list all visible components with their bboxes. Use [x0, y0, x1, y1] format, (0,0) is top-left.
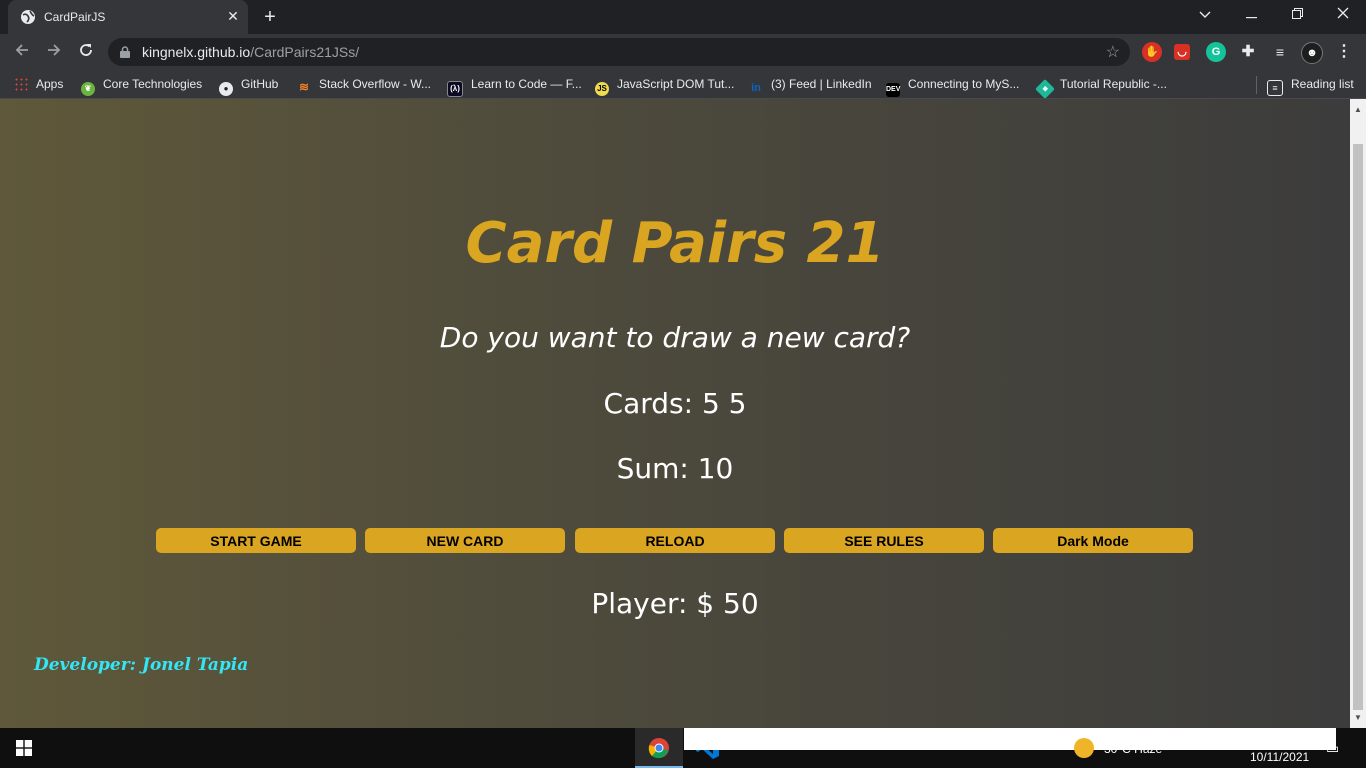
- taskbar-overlay-bar: [684, 728, 1336, 750]
- tab-strip: CardPairJS ✕ +: [0, 0, 1366, 34]
- linkedin-icon: in: [751, 82, 761, 94]
- lock-icon: [120, 46, 130, 58]
- reading-list-label: Reading list: [1291, 77, 1354, 91]
- tutorialrepublic-icon: ■: [1035, 79, 1055, 99]
- tab-search-icon[interactable]: [1182, 0, 1228, 30]
- apps-grid-icon: [14, 77, 28, 91]
- url-host: kingnelx.github.io: [142, 44, 251, 60]
- bookmark-label: (3) Feed | LinkedIn: [771, 77, 872, 91]
- tab-title: CardPairJS: [44, 10, 106, 24]
- player-balance: Player: $ 50: [591, 587, 759, 620]
- scroll-down-arrow-icon[interactable]: ▼: [1354, 713, 1362, 722]
- developer-credit: Developer: Jonel Tapia: [34, 655, 249, 675]
- bookmark-freecodecamp[interactable]: (λ) Learn to Code — F...: [447, 75, 582, 97]
- scroll-up-arrow-icon[interactable]: ▲: [1354, 105, 1362, 114]
- chrome-icon: [648, 738, 669, 759]
- forward-arrow-icon[interactable]: [42, 40, 66, 64]
- game-title: Card Pairs 21: [465, 211, 885, 276]
- pocket-extension-icon[interactable]: ◡: [1174, 44, 1190, 60]
- address-bar[interactable]: kingnelx.github.io/CardPairs21JSs/ ☆: [108, 38, 1130, 66]
- bookmark-label: GitHub: [241, 77, 279, 91]
- weather-text[interactable]: 30°C Haze: [1104, 742, 1162, 756]
- github-icon: ●: [219, 82, 233, 96]
- close-tab-icon[interactable]: ✕: [224, 7, 242, 25]
- bookmark-label: Tutorial Republic -...: [1060, 77, 1167, 91]
- bookmarks-separator: [1256, 76, 1257, 94]
- close-window-button[interactable]: [1320, 0, 1366, 30]
- spring-icon: ❦: [81, 82, 95, 96]
- reload-icon[interactable]: [74, 40, 98, 64]
- taskbar-date[interactable]: 10/11/2021: [1250, 750, 1309, 764]
- bookmark-dev[interactable]: DEV Connecting to MyS...: [886, 75, 1020, 97]
- windows-start-icon[interactable]: [16, 740, 32, 756]
- scroll-thumb[interactable]: [1353, 144, 1363, 710]
- adblock-extension-icon[interactable]: ✋: [1142, 42, 1162, 62]
- restore-button[interactable]: [1274, 0, 1320, 30]
- reading-list-icon: ≡: [1267, 80, 1283, 96]
- url-text: kingnelx.github.io/CardPairs21JSs/: [142, 44, 359, 60]
- menu-dots-icon[interactable]: ⋮: [1334, 42, 1354, 62]
- minimize-button[interactable]: [1228, 0, 1274, 30]
- browser-toolbar: kingnelx.github.io/CardPairs21JSs/ ☆ ✋ ◡…: [0, 34, 1366, 70]
- game-message: Do you want to draw a new card?: [439, 321, 911, 354]
- notification-icon[interactable]: ▭: [1326, 740, 1339, 757]
- freecodecamp-icon: (λ): [447, 81, 463, 97]
- js-icon: JS: [595, 82, 609, 96]
- bookmark-core-technologies[interactable]: ❦ Core Technologies: [81, 75, 203, 96]
- url-path: /CardPairs21JSs/: [250, 44, 360, 60]
- bookmarks-bar: Apps ❦ Core Technologies ● GitHub ≋ Stack O…: [0, 70, 1366, 99]
- bookmark-apps[interactable]: Apps: [14, 75, 63, 93]
- taskbar-chrome[interactable]: [635, 728, 683, 768]
- sum-display: Sum: 10: [616, 452, 734, 485]
- globe-icon: [21, 10, 35, 24]
- bookmark-stackoverflow[interactable]: ≋ Stack Overflow - W...: [297, 75, 432, 94]
- reload-button[interactable]: RELOAD: [575, 528, 775, 553]
- bookmark-javascript-dom[interactable]: JS JavaScript DOM Tut...: [595, 75, 735, 96]
- see-rules-button[interactable]: SEE RULES: [784, 528, 984, 553]
- reading-list-button[interactable]: ≡ Reading list: [1267, 75, 1354, 96]
- grammarly-extension-icon[interactable]: G: [1206, 42, 1226, 62]
- stackoverflow-icon: ≋: [298, 80, 310, 94]
- weather-haze-icon[interactable]: [1074, 738, 1094, 758]
- bookmark-label: Core Technologies: [103, 77, 203, 91]
- bookmark-github[interactable]: ● GitHub: [219, 75, 279, 96]
- browser-tab[interactable]: CardPairJS ✕: [8, 0, 248, 34]
- bookmark-label: JavaScript DOM Tut...: [617, 77, 735, 91]
- extensions-puzzle-icon[interactable]: ✚: [1238, 42, 1258, 62]
- profile-avatar[interactable]: ☻: [1301, 42, 1323, 64]
- game-page: Card Pairs 21 Do you want to draw a new …: [0, 99, 1350, 728]
- start-game-button[interactable]: START GAME: [156, 528, 356, 553]
- dark-mode-button[interactable]: Dark Mode: [993, 528, 1193, 553]
- back-arrow-icon[interactable]: [10, 40, 34, 64]
- bookmark-label: Learn to Code — F...: [471, 77, 582, 91]
- new-card-button[interactable]: NEW CARD: [365, 528, 565, 553]
- bookmark-tutorial-republic[interactable]: ■ Tutorial Republic -...: [1035, 75, 1167, 99]
- bookmark-label: Connecting to MyS...: [908, 77, 1020, 91]
- windows-taskbar: 30°C Haze 10/11/2021 ▭: [0, 728, 1366, 768]
- bookmark-label: Apps: [36, 77, 64, 91]
- media-control-icon[interactable]: ≡: [1270, 42, 1290, 62]
- bookmark-label: Stack Overflow - W...: [319, 77, 432, 91]
- bookmark-linkedin[interactable]: in (3) Feed | LinkedIn: [749, 75, 872, 94]
- cards-display: Cards: 5 5: [603, 387, 747, 420]
- page-scrollbar[interactable]: ▲ ▼: [1350, 99, 1366, 728]
- new-tab-button[interactable]: +: [258, 6, 282, 28]
- dev-icon: DEV: [886, 83, 900, 97]
- bookmark-star-icon[interactable]: ☆: [1106, 42, 1120, 62]
